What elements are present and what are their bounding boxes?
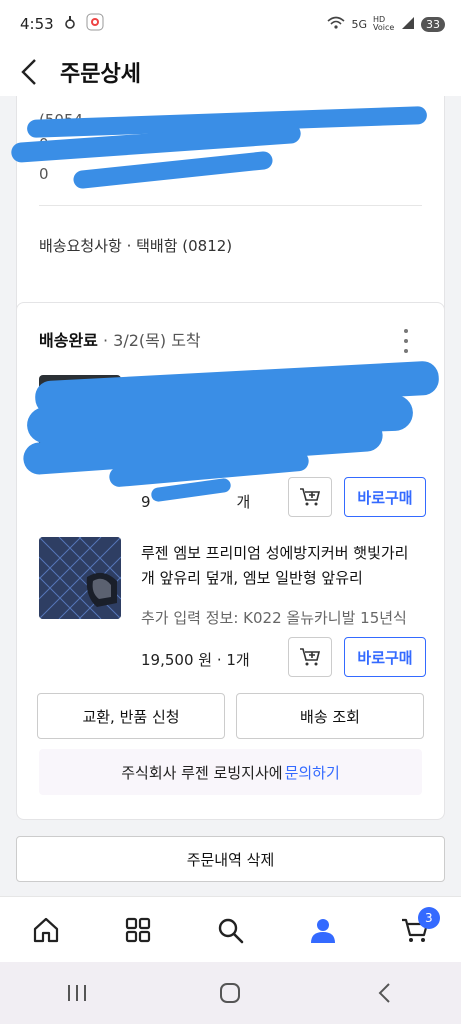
recent-apps-button[interactable] [57,973,97,1013]
kebab-dot [404,339,408,343]
product-thumbnail[interactable] [39,537,121,619]
cart-count-badge: 3 [417,906,440,929]
seller-name: 주식회사 루젠 로빙지사에 [121,763,283,782]
product-name[interactable]: 루젠 엠보 프리미엄 성에방지커버 햇빛가리개 앞유리 덮개, 엠보 일반형 앞… [141,541,422,591]
exchange-return-button[interactable]: 교환, 반품 신청 [37,693,225,739]
divider [39,205,422,206]
search-icon [219,918,244,943]
network-type: 5G [351,17,367,31]
nav-my-page[interactable] [298,905,348,955]
chevron-left-icon [21,59,36,85]
system-nav-bar [0,962,461,1024]
kebab-dot [404,349,408,353]
nav-cart[interactable]: 3 [390,905,440,955]
add-to-cart-button[interactable] [288,637,332,677]
home-circle-icon [220,983,241,1003]
page-title: 주문상세 [60,62,141,87]
shipment-header: 배송완료 · 3/2(목) 도착 [39,327,201,351]
app-notification-icon [86,13,104,35]
item-price: 19,500 원 · 1개 [141,651,250,669]
shipment-status: 배송완료 [39,331,98,350]
product-image [39,537,121,619]
buy-now-button[interactable]: 바로구매 [344,637,426,677]
delivery-request: 배송요청사항 · 택배함 (0812) [39,237,233,255]
home-icon [33,917,59,942]
shipment-card: 배송완료 · 3/2(목) 도착 9개 바로구매 루젠 엠보 프리미엄 성에방지… [16,302,445,820]
recipient-phone: 0 [39,165,49,183]
arrival-date: · 3/2(목) 도착 [97,331,201,350]
product-option: 추가 입력 정보: K022 올뉴카니발 15년식 [141,609,407,627]
kebab-dot [404,329,408,333]
cart-plus-icon [300,488,321,506]
more-options-button[interactable] [396,329,416,353]
nav-search[interactable] [205,905,255,955]
nav-categories[interactable] [113,905,163,955]
delete-order-button[interactable]: 주문내역 삭제 [16,836,445,882]
battery-indicator: 33 [421,16,445,32]
order-item: 9개 바로구매 [22,360,440,517]
user-icon [310,918,335,943]
cart-plus-icon [300,648,321,666]
back-arrow-icon [378,983,390,1003]
status-bar: 4:53 5G HD Voice 33 [0,0,461,48]
back-button[interactable] [14,57,44,87]
order-detail-content[interactable]: (5054 0 0 배송요청사항 · 택배함 (0812) 배송완료 · 3/2… [0,96,461,896]
bottom-nav: 3 [0,896,461,962]
system-back-button[interactable] [364,973,404,1013]
nav-home[interactable] [21,905,71,955]
hd-voice-label: HD Voice [373,15,395,32]
notification-icon [64,15,76,33]
inquiry-link[interactable]: 문의하기 [285,762,340,783]
wifi-icon [327,16,345,33]
clock: 4:53 [20,15,54,33]
track-shipment-button[interactable]: 배송 조회 [236,693,424,739]
grid-icon [126,917,151,942]
order-item: 루젠 엠보 프리미엄 성에방지커버 햇빛가리개 앞유리 덮개, 엠보 일반형 앞… [39,537,426,687]
app-header: 주문상세 [0,48,461,96]
seller-inquiry: 주식회사 루젠 로빙지사에 문의하기 [39,749,422,795]
signal-icon [401,16,415,33]
buy-now-button[interactable]: 바로구매 [344,477,426,517]
add-to-cart-button[interactable] [288,477,332,517]
home-button[interactable] [210,973,250,1013]
recent-apps-icon [67,985,86,1001]
